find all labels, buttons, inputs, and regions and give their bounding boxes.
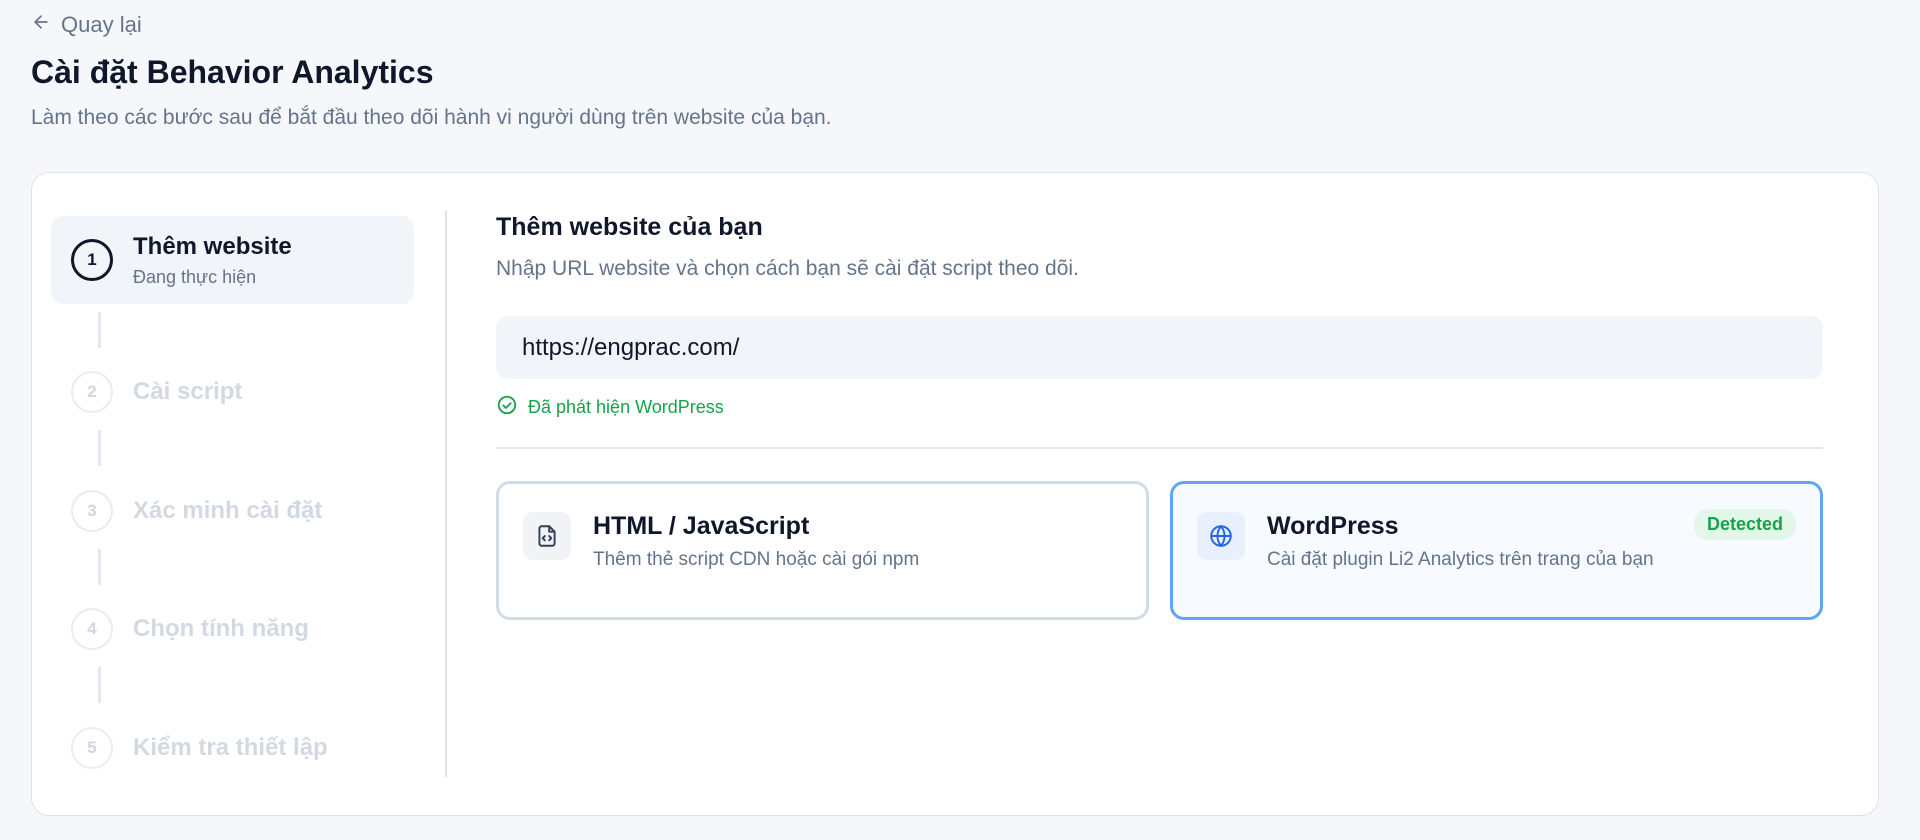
step-choose-features[interactable]: 4 Chọn tính năng bbox=[51, 585, 414, 673]
step-label: Chọn tính năng bbox=[133, 615, 309, 642]
step-verify-install[interactable]: 3 Xác minh cài đặt bbox=[51, 467, 414, 555]
step-number: 2 bbox=[71, 371, 113, 413]
step-number: 3 bbox=[71, 490, 113, 532]
page-title: Cài đặt Behavior Analytics bbox=[31, 54, 434, 90]
option-title: WordPress bbox=[1267, 512, 1399, 540]
arrow-left-icon bbox=[31, 12, 51, 38]
step-connector bbox=[98, 549, 101, 585]
step-check-setup[interactable]: 5 Kiểm tra thiết lập bbox=[51, 704, 414, 792]
file-code-icon bbox=[523, 512, 571, 560]
step-install-script[interactable]: 2 Cài script bbox=[51, 348, 414, 436]
detected-badge: Detected bbox=[1693, 509, 1796, 540]
step-number: 1 bbox=[71, 239, 113, 281]
step-number: 4 bbox=[71, 608, 113, 650]
check-circle-icon bbox=[496, 394, 518, 421]
detection-text: Đã phát hiện WordPress bbox=[528, 397, 724, 417]
website-url-input[interactable] bbox=[496, 316, 1823, 379]
step-connector bbox=[98, 312, 101, 348]
section-description: Nhập URL website và chọn cách bạn sẽ cài… bbox=[496, 257, 1079, 280]
step-label: Xác minh cài đặt bbox=[133, 497, 323, 524]
page: Quay lại Cài đặt Behavior Analytics Làm … bbox=[0, 0, 1920, 840]
option-description: Cài đặt plugin Li2 Analytics trên trang … bbox=[1267, 549, 1654, 570]
back-link[interactable]: Quay lại bbox=[31, 12, 142, 38]
back-label[interactable]: Quay lại bbox=[61, 12, 142, 38]
page-subtitle: Làm theo các bước sau để bắt đầu theo dõ… bbox=[31, 106, 832, 129]
vertical-divider bbox=[445, 211, 447, 777]
step-number: 5 bbox=[71, 727, 113, 769]
step-connector bbox=[98, 430, 101, 466]
step-connector bbox=[98, 667, 101, 703]
step-label: Thêm website bbox=[133, 232, 292, 260]
main-panel: Thêm website của bạn Nhập URL website và… bbox=[496, 173, 1856, 813]
step-add-website[interactable]: 1 Thêm website Đang thực hiện bbox=[51, 216, 414, 304]
step-status: Đang thực hiện bbox=[133, 266, 257, 287]
option-description: Thêm thẻ script CDN hoặc cài gói npm bbox=[593, 549, 920, 570]
setup-card: 1 Thêm website Đang thực hiện 2 Cài scri… bbox=[31, 172, 1879, 816]
step-label: Cài script bbox=[133, 378, 243, 405]
option-wordpress[interactable]: WordPress Cài đặt plugin Li2 Analytics t… bbox=[1170, 481, 1823, 620]
detection-status: Đã phát hiện WordPress bbox=[496, 394, 724, 421]
globe-icon bbox=[1197, 512, 1245, 560]
option-title: HTML / JavaScript bbox=[593, 512, 810, 540]
option-html-javascript[interactable]: HTML / JavaScript Thêm thẻ script CDN ho… bbox=[496, 481, 1149, 620]
step-label: Kiểm tra thiết lập bbox=[133, 734, 328, 761]
section-title: Thêm website của bạn bbox=[496, 213, 763, 241]
horizontal-divider bbox=[496, 447, 1823, 449]
